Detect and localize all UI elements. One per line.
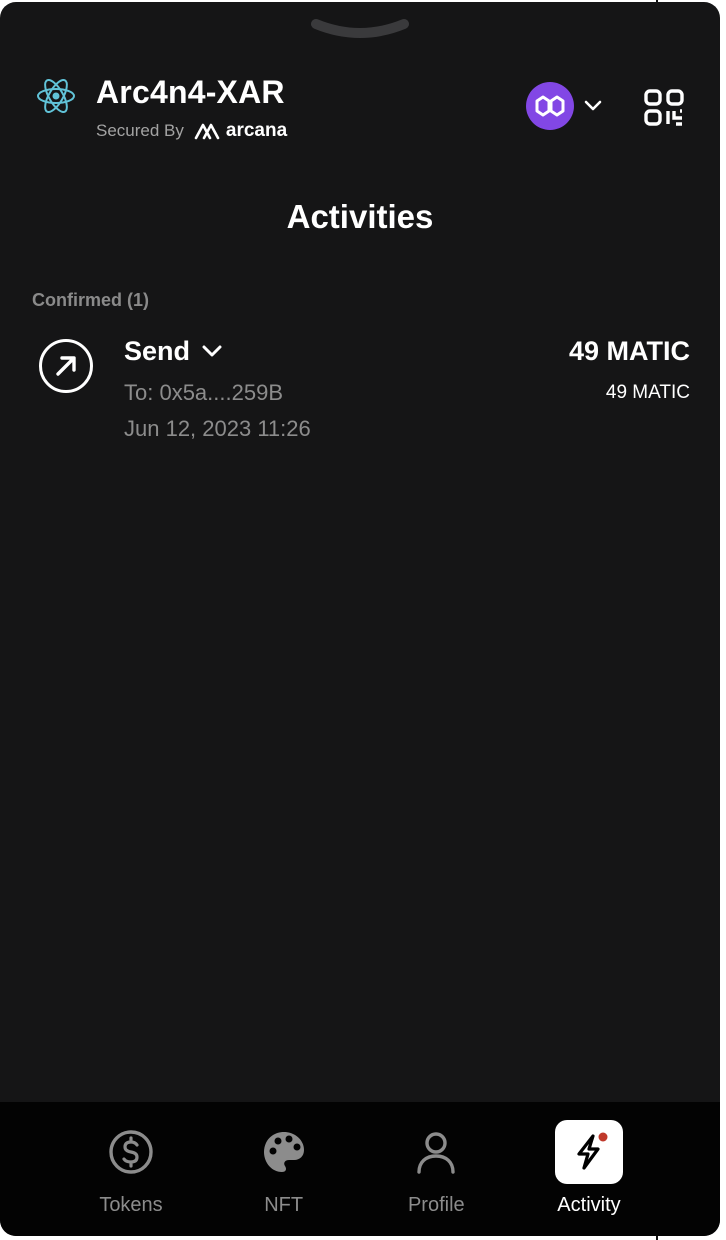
activity-amount: 49 MATIC [568, 336, 690, 366]
nav-label-tokens: Tokens [99, 1194, 163, 1216]
user-icon [417, 1132, 456, 1174]
nav-label-activity: Activity [557, 1194, 621, 1216]
drag-handle[interactable] [308, 16, 412, 42]
qr-scan-icon[interactable] [642, 88, 686, 128]
section-label-confirmed: Confirmed (1) [32, 290, 149, 310]
arcana-brand: arcana [194, 120, 287, 142]
send-arrow-icon [39, 339, 93, 393]
activity-recipient: To: 0x5a....259B [124, 380, 283, 405]
palette-icon [263, 1132, 304, 1172]
activity-item[interactable]: Send To: 0x5a....259B Jun 12, 2023 11:26… [32, 332, 690, 452]
nav-label-nft: NFT [264, 1194, 304, 1216]
network-selector[interactable] [526, 82, 602, 130]
activity-date: Jun 12, 2023 11:26 [124, 416, 311, 441]
notification-dot-icon [598, 1132, 608, 1142]
secured-by-label: Secured By [96, 121, 184, 140]
polygon-icon [526, 82, 574, 130]
app-title: Arc4n4-XAR [96, 74, 285, 110]
nav-activity[interactable]: Activity [524, 1102, 654, 1236]
arcana-brand-text: arcana [225, 120, 288, 141]
nav-tokens[interactable]: Tokens [66, 1102, 196, 1236]
page-title: Activities [286, 198, 434, 235]
arcana-logo-icon [194, 123, 220, 140]
secured-by-row: Secured By arcana [96, 120, 287, 142]
nav-label-profile: Profile [407, 1194, 465, 1216]
activity-type-label: Send [124, 336, 191, 366]
activity-amount-secondary: 49 MATIC [605, 382, 690, 403]
nav-nft[interactable]: NFT [219, 1102, 349, 1236]
chevron-down-icon [584, 100, 602, 111]
nav-profile[interactable]: Profile [371, 1102, 501, 1236]
react-atom-icon [37, 79, 75, 113]
bottom-nav: Tokens NFT Profile Activity [0, 1102, 720, 1236]
activity-expand-toggle[interactable]: Send [124, 336, 222, 367]
wallet-panel: Arc4n4-XAR Secured By arcana Activities … [0, 2, 720, 1236]
chevron-down-icon [202, 345, 222, 357]
lightning-icon [577, 1132, 608, 1170]
dollar-circle-icon [109, 1130, 153, 1174]
